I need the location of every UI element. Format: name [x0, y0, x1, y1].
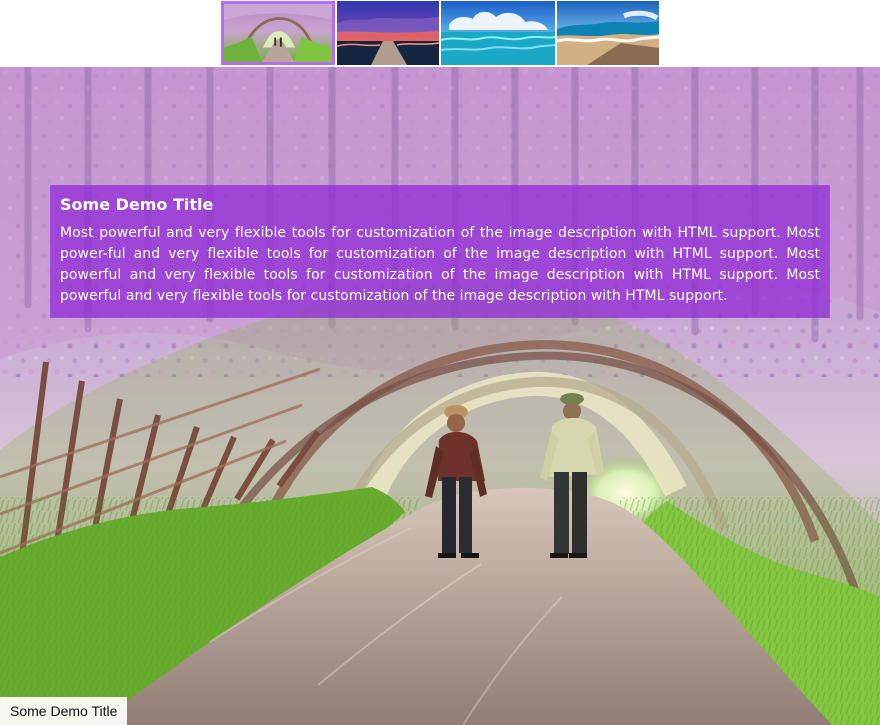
blue-sea-thumbnail-image — [441, 1, 555, 65]
thumbnail-wisteria-tunnel[interactable] — [221, 1, 335, 65]
thumbnail-pier-sunset[interactable] — [337, 1, 439, 65]
beach-waves-thumbnail-image — [557, 1, 659, 65]
caption-title: Some Demo Title — [60, 195, 214, 214]
wisteria-tunnel-thumbnail-image — [224, 4, 332, 62]
pier-sunset-thumbnail-image — [337, 1, 439, 65]
image-description-caption: Some Demo Title Most powerful and very f… — [50, 185, 830, 318]
thumbnail-beach-waves[interactable] — [557, 1, 659, 65]
wisteria-tunnel-image — [0, 67, 880, 725]
caption-description: Most powerful and very flexible tools fo… — [60, 225, 820, 304]
bottom-slide-title: Some Demo Title — [0, 697, 128, 725]
thumbnail-blue-sea[interactable] — [441, 1, 555, 65]
thumbnail-strip — [0, 0, 880, 67]
main-slide-image: Some Demo Title Most powerful and very f… — [0, 67, 880, 725]
